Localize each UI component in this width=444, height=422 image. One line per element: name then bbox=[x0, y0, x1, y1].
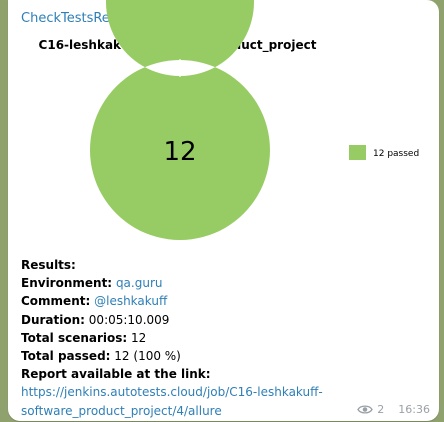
total-passed-value: 12 (100 %) bbox=[114, 349, 181, 364]
duration-label: Duration: bbox=[21, 312, 85, 327]
results-block: Results: Environment: qa.guru Comment: @… bbox=[21, 256, 434, 420]
duration-value: 00:05:10.009 bbox=[88, 312, 170, 327]
report-label: Report available at the link: bbox=[21, 367, 211, 382]
comment-label: Comment: bbox=[21, 294, 91, 309]
report-link-line1[interactable]: https://jenkins.autotests.cloud/job/C16-… bbox=[21, 383, 434, 401]
chart-title: C16-leshkakuff-software_product_project bbox=[38, 38, 317, 52]
view-count: 2 bbox=[377, 403, 385, 416]
total-passed-label: Total passed: bbox=[21, 349, 111, 364]
environment-label: Environment: bbox=[21, 276, 113, 291]
results-header: Results: bbox=[21, 258, 76, 272]
total-scenarios-value: 12 bbox=[131, 330, 147, 345]
environment-link[interactable]: qa.guru bbox=[116, 276, 163, 290]
total-scenarios-label: Total scenarios: bbox=[21, 330, 128, 345]
comment-mention[interactable]: @leshkakuff bbox=[94, 294, 167, 308]
eye-icon bbox=[357, 405, 374, 414]
message-meta: 2 16:36 bbox=[357, 403, 430, 416]
message-time: 16:36 bbox=[398, 403, 430, 416]
sender-name[interactable]: CheckTestsReports bbox=[21, 11, 143, 26]
